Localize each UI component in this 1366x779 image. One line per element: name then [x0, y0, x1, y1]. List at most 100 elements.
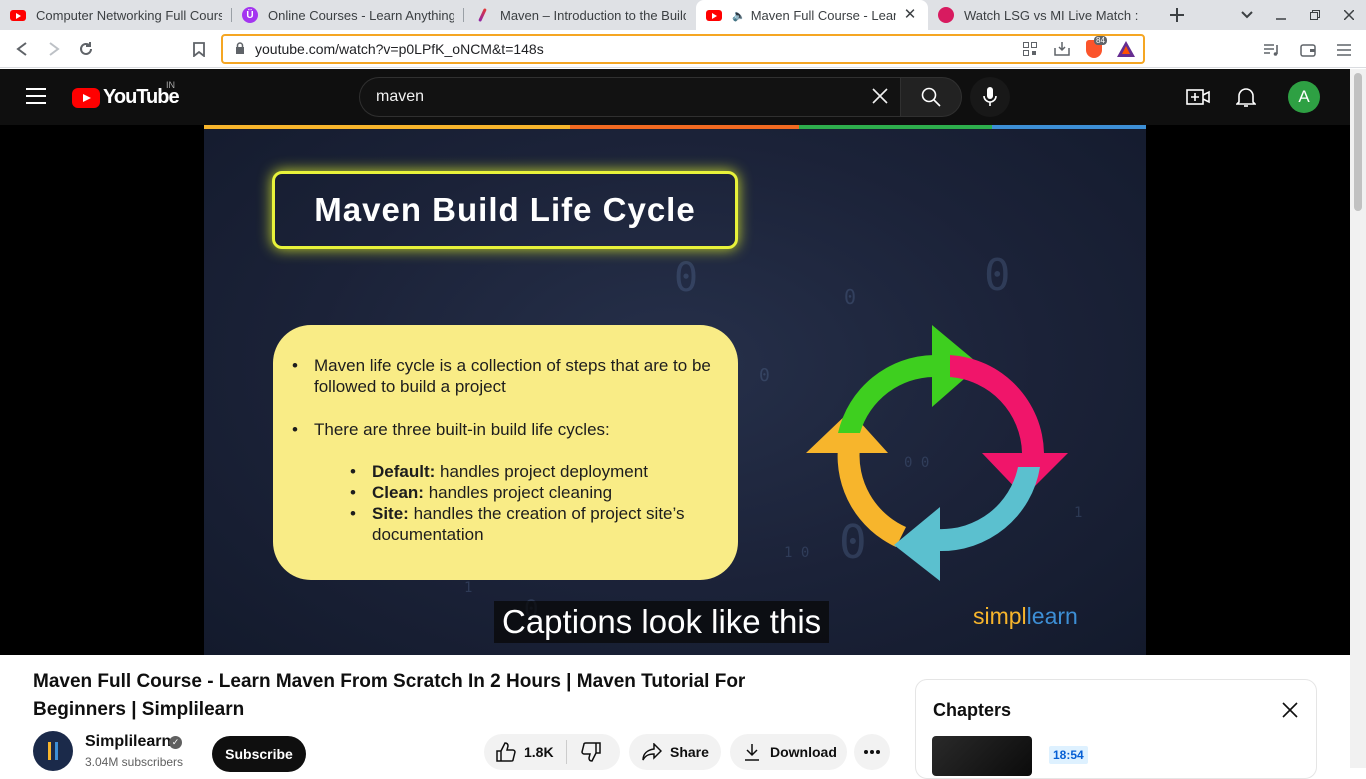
restore-icon — [1310, 10, 1320, 20]
close-icon[interactable]: ✕ — [902, 7, 918, 23]
close-chapters-button[interactable] — [1278, 698, 1302, 722]
tab-online-courses[interactable]: Ü Online Courses - Learn Anything — [232, 0, 464, 30]
background-glyph: 0 — [844, 285, 857, 309]
more-horizontal-icon — [864, 750, 880, 754]
youtube-logo[interactable]: YouTube IN — [72, 80, 180, 109]
page-scrollbar[interactable] — [1350, 69, 1366, 768]
brave-shields-icon[interactable]: 84 — [1085, 36, 1107, 58]
plus-icon — [1170, 8, 1184, 22]
restore-button[interactable] — [1298, 0, 1332, 30]
channel-name[interactable]: Simplilearn — [85, 733, 171, 751]
media-controls-button[interactable] — [1256, 34, 1288, 66]
search-input[interactable]: maven — [359, 77, 900, 117]
microphone-icon — [983, 87, 997, 106]
like-count[interactable]: 1.8K — [524, 744, 554, 760]
slide-bullet-text: There are three built-in build life cycl… — [314, 420, 610, 439]
slide-sub-bullet: Site: handles the creation of project si… — [349, 503, 718, 545]
account-avatar[interactable]: A — [1288, 81, 1320, 113]
verified-check-icon: ✓ — [169, 736, 182, 749]
bookmark-button[interactable] — [183, 33, 215, 65]
tab-title: Maven – Introduction to the Build — [500, 7, 686, 23]
slide-sub-bullet: Default: handles project deployment — [349, 461, 718, 482]
share-button[interactable]: Share — [629, 734, 721, 770]
tab-computer-networking[interactable]: Computer Networking Full Course — [0, 0, 232, 30]
brand-part: learn — [1026, 603, 1078, 629]
tab-title: Watch LSG vs MI Live Match : — [964, 7, 1139, 23]
background-glyph: 0 — [674, 255, 699, 301]
channel-avatar[interactable] — [33, 731, 73, 771]
chapters-title: Chapters — [933, 700, 1012, 720]
url-text[interactable]: youtube.com/watch?v=p0LPfK_oNCM&t=148s — [255, 41, 1021, 57]
clear-search-icon[interactable] — [860, 84, 900, 110]
back-icon — [16, 41, 27, 56]
youtube-icon — [706, 7, 722, 23]
divider — [565, 740, 567, 764]
chapter-thumbnail[interactable] — [932, 736, 1032, 776]
qr-code-icon[interactable] — [1021, 40, 1039, 58]
wallet-button[interactable] — [1292, 34, 1324, 66]
brave-rewards-icon[interactable] — [1117, 40, 1135, 58]
back-button[interactable] — [6, 33, 38, 65]
new-tab-button[interactable] — [1160, 0, 1194, 30]
close-icon — [1344, 10, 1354, 20]
bookmark-icon — [193, 41, 205, 57]
tab-search-button[interactable] — [1230, 0, 1264, 30]
slide-content-card: Maven life cycle is a collection of step… — [273, 325, 738, 580]
tab-title: Maven Full Course - Learn Maven — [750, 7, 896, 23]
lifecycle-arrows-graphic — [806, 325, 1068, 581]
tab-maven-full-course[interactable]: 🔈 Maven Full Course - Learn Maven ✕ — [696, 0, 928, 30]
install-app-icon[interactable] — [1053, 40, 1071, 58]
share-label: Share — [670, 744, 709, 760]
browser-tab-strip: Computer Networking Full Course Ü Online… — [0, 0, 1366, 30]
more-actions-button[interactable] — [854, 734, 890, 770]
guide-menu-icon[interactable] — [26, 88, 46, 104]
thumbs-down-icon[interactable] — [579, 740, 603, 764]
search-button[interactable] — [900, 77, 962, 117]
search-bar: maven — [359, 77, 962, 117]
tab-lsg-vs-mi[interactable]: Watch LSG vs MI Live Match : — [928, 0, 1160, 30]
tab-maven-intro[interactable]: Maven – Introduction to the Build — [464, 0, 696, 30]
download-label: Download — [770, 744, 837, 760]
wallet-icon — [1300, 44, 1316, 57]
speaker-icon[interactable]: 🔈 — [732, 9, 746, 22]
thumbs-up-icon[interactable] — [494, 740, 518, 764]
video-title: Maven Full Course - Learn Maven From Scr… — [33, 671, 746, 720]
download-icon — [740, 740, 764, 764]
browser-menu-button[interactable] — [1328, 34, 1360, 66]
menu-icon — [1337, 44, 1351, 56]
term: Clean: — [372, 483, 424, 502]
video-player[interactable]: 0 0 0 0 0 0 0 0 1 0 1 1 Maven Build Life… — [204, 125, 1146, 655]
caption-text: Captions look like this — [494, 601, 830, 643]
search-value: maven — [376, 88, 425, 105]
voice-search-button[interactable] — [970, 77, 1010, 117]
subscribe-button[interactable]: Subscribe — [212, 736, 306, 772]
country-code: IN — [166, 80, 175, 90]
chapters-panel: Chapters 18:54 — [915, 679, 1317, 779]
close-window-button[interactable] — [1332, 0, 1366, 30]
download-button[interactable]: Download — [730, 734, 847, 770]
slide-title: Maven Build Life Cycle — [272, 171, 738, 249]
tab-title: Computer Networking Full Course — [36, 7, 222, 23]
term: Default: — [372, 462, 436, 481]
lock-icon — [235, 41, 245, 57]
address-bar[interactable]: youtube.com/watch?v=p0LPfK_oNCM&t=148s 8… — [221, 34, 1145, 64]
share-icon — [640, 740, 664, 764]
notifications-bell-icon[interactable] — [1234, 85, 1258, 109]
forward-button[interactable] — [38, 33, 70, 65]
shields-count: 84 — [1094, 36, 1107, 45]
chapter-timestamp[interactable]: 18:54 — [1049, 746, 1088, 764]
udemy-icon: Ü — [242, 7, 258, 23]
minimize-button[interactable] — [1264, 0, 1298, 30]
reload-button[interactable] — [70, 33, 102, 65]
background-glyph: 0 — [759, 365, 770, 386]
reload-icon — [80, 41, 92, 55]
minimize-icon — [1276, 18, 1286, 20]
hotstar-icon — [938, 7, 954, 23]
youtube-play-icon — [72, 87, 100, 108]
background-glyph: 1 — [1074, 505, 1083, 521]
chevron-down-icon — [1241, 11, 1253, 19]
create-video-icon[interactable] — [1186, 85, 1210, 109]
simplilearn-logo: simpllearn — [973, 603, 1078, 630]
scrollbar-thumb[interactable] — [1354, 73, 1362, 211]
background-glyph: 1 — [464, 580, 473, 596]
